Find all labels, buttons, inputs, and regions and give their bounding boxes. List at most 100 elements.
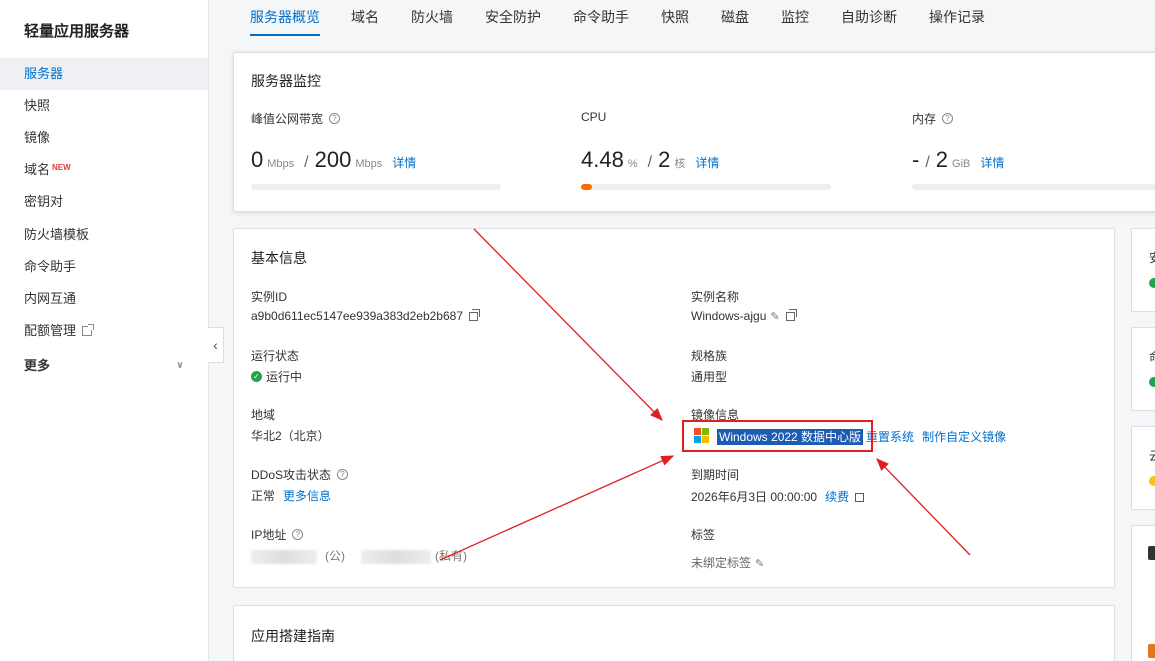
app-guide-card: 应用搭建指南	[233, 605, 1115, 661]
ddos-label: DDoS攻击状态?	[251, 466, 349, 483]
right-card-apps	[1131, 525, 1155, 661]
tab-disks[interactable]: 磁盘	[721, 0, 749, 36]
right-card-text: 安	[1149, 249, 1155, 266]
tab-overview[interactable]: 服务器概览	[250, 0, 320, 36]
card-title: 应用搭建指南	[251, 628, 335, 644]
check-circle-icon: ✓	[251, 371, 262, 383]
chevron-down-icon: ∨	[175, 360, 184, 371]
sidebar-item-label: 配额管理	[24, 323, 77, 338]
expire-value: 2026年6月3日 00:00:00 续费	[691, 488, 865, 505]
status-dot	[1149, 377, 1155, 387]
help-icon[interactable]: ?	[329, 113, 341, 125]
tags-value: 未绑定标签 ✎	[691, 556, 765, 570]
sidebar-item-domains[interactable]: 域名 NEW	[0, 154, 208, 186]
tab-firewall[interactable]: 防火墙	[411, 0, 453, 36]
sidebar-item-label: 命令助手	[24, 259, 77, 274]
sidebar-item-more[interactable]: 更多 ∨	[0, 350, 208, 382]
tab-command-assistant[interactable]: 命令助手	[573, 0, 629, 36]
sidebar-item-label: 更多	[24, 358, 51, 373]
app-icon	[1148, 644, 1155, 658]
cpu-progress-bar	[581, 184, 831, 190]
sidebar-item-firewall-templates[interactable]: 防火墙模板	[0, 219, 208, 251]
ddos-more-info-link[interactable]: 更多信息	[283, 489, 331, 503]
ddos-value: 正常 更多信息	[251, 489, 332, 503]
progress-fill	[581, 184, 593, 190]
server-monitor-card: 服务器监控 峰值公网带宽? 0 Mbps/200 Mbps 详情 CPU 4.48% /…	[233, 52, 1155, 212]
sidebar-item-label: 防火墙模板	[24, 227, 90, 242]
status-dot	[1149, 476, 1155, 486]
ip-value: (公) (私有)	[251, 547, 467, 564]
sidebar-item-label: 快照	[24, 98, 51, 113]
copy-icon[interactable]	[785, 309, 797, 321]
sidebar-item-quota[interactable]: 配额管理	[0, 315, 208, 347]
sidebar-item-intranet[interactable]: 内网互通	[0, 283, 208, 315]
tags-label: 标签	[691, 528, 716, 542]
sidebar-item-label: 镜像	[24, 130, 51, 145]
sidebar: 轻量应用服务器 服务器 快照 镜像 域名 NEW 密钥对 防火墙模板 命令助手 内…	[0, 0, 209, 661]
right-card-cloud: 云	[1131, 426, 1155, 510]
external-link-icon	[82, 324, 95, 336]
tab-security[interactable]: 安全防护	[485, 0, 541, 36]
sidebar-item-keypairs[interactable]: 密钥对	[0, 186, 208, 218]
tab-operation-log[interactable]: 操作记录	[929, 0, 985, 36]
new-badge: NEW	[52, 163, 71, 172]
sidebar-item-label: 域名	[24, 162, 51, 177]
help-icon[interactable]: ?	[942, 113, 954, 125]
cpu-detail-link[interactable]: 详情	[695, 156, 719, 170]
ip-label: IP地址?	[251, 526, 304, 543]
copy-icon[interactable]	[469, 309, 480, 321]
tab-diagnosis[interactable]: 自助诊断	[841, 0, 897, 36]
bandwidth-label: 峰值公网带宽?	[251, 110, 341, 127]
bandwidth-progress-bar	[251, 184, 501, 190]
instance-id-label: 实例ID	[251, 290, 288, 304]
bandwidth-detail-link[interactable]: 详情	[392, 156, 416, 170]
edit-icon[interactable]: ✎	[755, 557, 764, 570]
tab-snapshots[interactable]: 快照	[661, 0, 689, 36]
renew-link[interactable]: 续费	[825, 490, 849, 504]
sidebar-title: 轻量应用服务器	[24, 23, 130, 40]
spec-family-label: 规格族	[691, 349, 728, 363]
run-status-value: ✓ 运行中	[251, 368, 302, 385]
memory-detail-link[interactable]: 详情	[980, 156, 1004, 170]
tab-domain[interactable]: 域名	[351, 0, 379, 36]
sidebar-item-label: 服务器	[24, 66, 64, 81]
sidebar-item-servers[interactable]: 服务器	[0, 58, 208, 90]
tab-bar: 服务器概览 域名 防火墙 安全防护 命令助手 快照 磁盘 监控 自助诊断 操作记…	[209, 0, 1155, 36]
app-icon	[1148, 546, 1155, 560]
memory-label: 内存?	[912, 110, 954, 127]
edit-icon[interactable]: ✎	[770, 310, 779, 323]
card-title: 服务器监控	[251, 73, 321, 89]
right-card-command: 命	[1131, 327, 1155, 411]
basic-info-card: 基本信息 实例ID a9b0d611ec5147ee939a383d2eb2b6…	[233, 228, 1115, 588]
sidebar-item-images[interactable]: 镜像	[0, 122, 208, 154]
collapse-sidebar-button[interactable]: ‹	[208, 327, 224, 363]
right-card-text: 云	[1149, 447, 1155, 464]
sidebar-item-label: 内网互通	[24, 291, 77, 306]
card-title: 基本信息	[251, 250, 307, 266]
help-icon[interactable]: ?	[337, 469, 349, 481]
status-dot	[1149, 278, 1155, 288]
sidebar-item-label: 密钥对	[24, 194, 64, 209]
bandwidth-value: 0 Mbps/200 Mbps 详情	[251, 147, 417, 172]
external-link-icon	[855, 493, 865, 502]
spec-family-value: 通用型	[691, 370, 728, 384]
right-card-text: 命	[1149, 348, 1155, 365]
memory-progress-bar	[912, 184, 1155, 190]
instance-name-value: Windows-ajgu ✎	[691, 309, 797, 323]
create-custom-image-link[interactable]: 制作自定义镜像	[922, 430, 1006, 444]
blurred-private-ip	[361, 549, 431, 564]
expire-label: 到期时间	[691, 468, 740, 482]
run-status-label: 运行状态	[251, 349, 300, 363]
sidebar-item-command-assistant[interactable]: 命令助手	[0, 251, 208, 283]
annotation-highlight-box	[682, 420, 873, 452]
reset-system-link[interactable]: 重置系统	[866, 430, 914, 444]
cpu-label: CPU	[581, 110, 607, 124]
region-label: 地域	[251, 408, 276, 422]
cpu-value: 4.48%/2 核详情	[581, 147, 720, 172]
right-card-security: 安	[1131, 228, 1155, 312]
instance-id-value: a9b0d611ec5147ee939a383d2eb2b687	[251, 309, 480, 323]
memory-value: -/2 GiB 详情	[912, 147, 1005, 172]
sidebar-item-snapshots[interactable]: 快照	[0, 90, 208, 122]
tab-monitoring[interactable]: 监控	[781, 0, 809, 36]
help-icon[interactable]: ?	[292, 529, 304, 541]
